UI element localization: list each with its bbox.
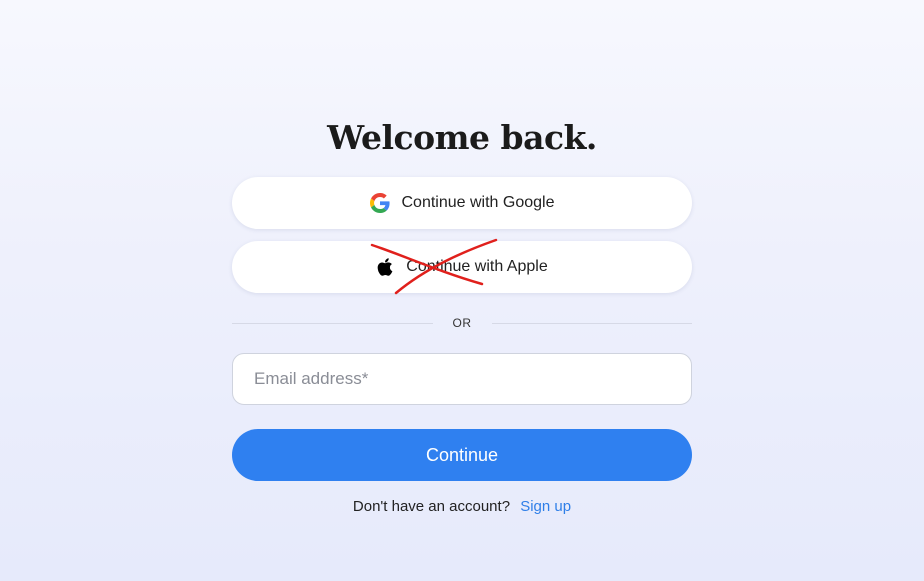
divider-text: OR	[452, 316, 472, 330]
continue-with-apple-button[interactable]: Continue with Apple	[232, 241, 692, 293]
apple-logo-icon	[376, 257, 394, 277]
divider-line-left	[232, 322, 433, 324]
email-field[interactable]	[232, 353, 692, 405]
google-button-label: Continue with Google	[401, 194, 555, 211]
divider-line-right	[491, 322, 692, 324]
signup-prompt: Don't have an account?	[352, 498, 511, 515]
signup-row: Don't have an account? Sign up	[0, 498, 924, 515]
sign-up-link[interactable]: Sign up	[520, 498, 571, 515]
google-g-icon	[369, 193, 390, 213]
apple-button-label: Continue with Apple	[406, 258, 548, 275]
page-title: Welcome back.	[327, 118, 597, 158]
or-divider: OR	[232, 314, 692, 332]
continue-button[interactable]: Continue	[232, 429, 692, 481]
continue-with-google-button[interactable]: Continue with Google	[232, 177, 692, 229]
